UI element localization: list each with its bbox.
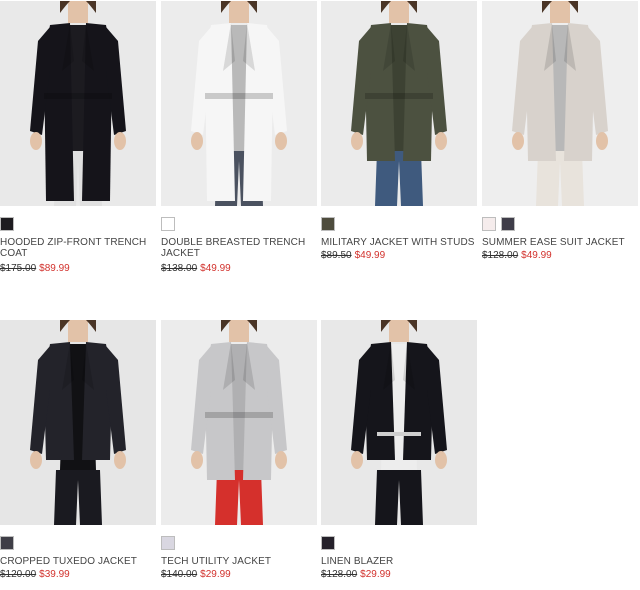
- color-swatch[interactable]: [501, 217, 515, 231]
- price-block: $140.00 $29.99: [161, 569, 231, 580]
- color-swatch[interactable]: [482, 217, 496, 231]
- original-price: $128.00: [482, 250, 519, 261]
- color-swatches: [161, 536, 180, 550]
- product-name[interactable]: LINEN BLAZER: [321, 556, 477, 567]
- model-photo: [0, 320, 156, 525]
- sale-price: $49.99: [200, 263, 231, 274]
- product-image[interactable]: [161, 1, 317, 206]
- sale-price: $29.99: [360, 569, 391, 580]
- product-name[interactable]: DOUBLE BREASTED TRENCH JACKET: [161, 237, 317, 259]
- color-swatches: [321, 536, 340, 550]
- sale-price: $89.99: [39, 263, 70, 274]
- price-block: $175.00 $89.99: [0, 263, 70, 274]
- color-swatch[interactable]: [0, 217, 14, 231]
- sale-price: $39.99: [39, 569, 70, 580]
- price-block: $128.00 $29.99: [321, 569, 391, 580]
- color-swatches: [0, 536, 19, 550]
- color-swatch[interactable]: [321, 217, 335, 231]
- product-image[interactable]: [0, 1, 156, 206]
- model-photo: [161, 320, 317, 525]
- original-price: $89.50: [321, 250, 352, 261]
- product-name[interactable]: HOODED ZIP-FRONT TRENCH COAT: [0, 237, 156, 259]
- original-price: $138.00: [161, 263, 198, 274]
- sale-price: $49.99: [354, 250, 386, 261]
- product-image[interactable]: [482, 1, 638, 206]
- original-price: $128.00: [321, 569, 358, 580]
- price-block: $138.00 $49.99: [161, 263, 231, 274]
- model-photo: [482, 1, 638, 206]
- price-block: $120.00 $39.99: [0, 569, 70, 580]
- original-price: $140.00: [161, 569, 198, 580]
- model-photo: [321, 320, 477, 525]
- sale-price: $49.99: [521, 250, 552, 261]
- product-image[interactable]: [0, 320, 156, 525]
- price-block: $89.50 $49.99: [321, 250, 385, 261]
- color-swatches: [0, 217, 19, 231]
- product-name[interactable]: TECH UTILITY JACKET: [161, 556, 317, 567]
- color-swatch[interactable]: [161, 536, 175, 550]
- color-swatches: [482, 217, 520, 231]
- color-swatch[interactable]: [161, 217, 175, 231]
- product-image[interactable]: [161, 320, 317, 525]
- color-swatch[interactable]: [321, 536, 335, 550]
- product-image[interactable]: [321, 1, 477, 206]
- model-photo: [161, 1, 317, 206]
- color-swatch[interactable]: [0, 536, 14, 550]
- color-swatches: [161, 217, 180, 231]
- color-swatches: [321, 217, 340, 231]
- sale-price: $29.99: [200, 569, 231, 580]
- price-block: $128.00 $49.99: [482, 250, 552, 261]
- product-name[interactable]: MILITARY JACKET WITH STUDS: [321, 237, 477, 248]
- product-name[interactable]: CROPPED TUXEDO JACKET: [0, 556, 156, 567]
- product-image[interactable]: [321, 320, 477, 525]
- original-price: $175.00: [0, 263, 37, 274]
- model-photo: [321, 1, 477, 206]
- original-price: $120.00: [0, 569, 37, 580]
- product-name[interactable]: SUMMER EASE SUIT JACKET: [482, 237, 638, 248]
- model-photo: [0, 1, 156, 206]
